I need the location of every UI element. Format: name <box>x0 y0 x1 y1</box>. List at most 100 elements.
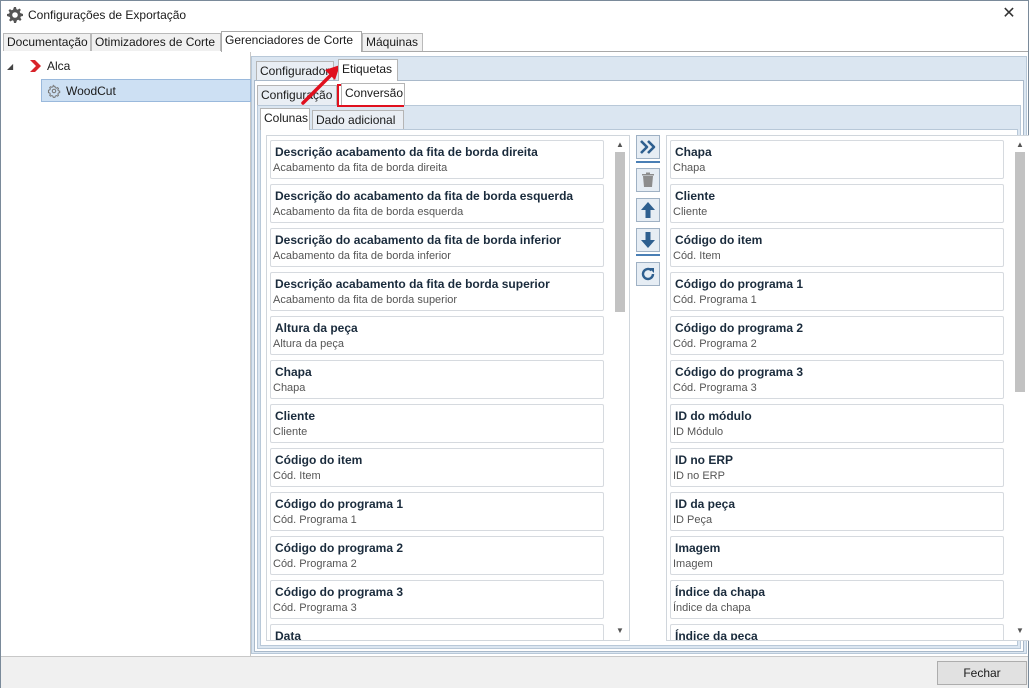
column-item-title: Código do item <box>675 233 763 247</box>
column-item[interactable]: Índice da chapa Índice da chapa <box>670 580 1004 619</box>
scroll-down-icon[interactable]: ▼ <box>1013 624 1027 638</box>
column-item-subtitle: Cód. Programa 3 <box>673 382 757 394</box>
column-item[interactable]: Imagem Imagem <box>670 536 1004 575</box>
refresh-icon <box>641 267 655 281</box>
column-item-subtitle: Acabamento da fita de borda esquerda <box>273 206 464 218</box>
dialog-footer: Fechar <box>1 656 1028 688</box>
column-item-title: Código do programa 3 <box>275 585 404 599</box>
column-item[interactable]: Código do programa 2 Cód. Programa 2 <box>270 536 604 575</box>
column-item-title: Altura da peça <box>275 321 358 335</box>
column-item-title: Código do programa 2 <box>675 321 804 335</box>
column-item[interactable]: Código do programa 2 Cód. Programa 2 <box>670 316 1004 355</box>
tab-dado-adicional[interactable]: Dado adicional <box>312 110 404 130</box>
move-down-button[interactable] <box>636 228 660 252</box>
delete-button[interactable] <box>636 168 660 192</box>
column-item-title: Data <box>275 629 302 641</box>
column-item-subtitle: Cód. Item <box>673 250 721 262</box>
tab-gerenciadores-de-corte[interactable]: Gerenciadores de Corte <box>221 31 362 52</box>
tree-node-label: Alca <box>47 59 71 73</box>
expand-triangle-icon[interactable]: ◢ <box>7 62 17 71</box>
tab-colunas[interactable]: Colunas <box>260 108 310 130</box>
available-columns-list[interactable]: Descrição acabamento da fita de borda di… <box>266 135 630 641</box>
tab-conversao[interactable]: Conversão <box>341 83 405 105</box>
close-button[interactable]: Fechar <box>937 661 1027 685</box>
column-item[interactable]: Chapa Chapa <box>270 360 604 399</box>
column-item-title: Código do programa 2 <box>275 541 404 555</box>
column-item-title: Código do programa 3 <box>675 365 804 379</box>
column-item[interactable]: Cliente Cliente <box>670 184 1004 223</box>
column-item-subtitle: Cód. Programa 2 <box>273 558 357 570</box>
column-item[interactable]: Data <box>270 624 604 641</box>
column-item[interactable]: Código do programa 3 Cód. Programa 3 <box>670 360 1004 399</box>
column-item-title: Cliente <box>275 409 316 423</box>
column-item-title: Código do programa 1 <box>275 497 404 511</box>
column-item-title: Chapa <box>675 145 712 159</box>
column-item[interactable]: Código do programa 3 Cód. Programa 3 <box>270 580 604 619</box>
column-item[interactable]: Descrição do acabamento da fita de borda… <box>270 228 604 267</box>
gear-icon <box>47 84 61 98</box>
move-down-icon <box>641 232 655 248</box>
column-item[interactable]: Cliente Cliente <box>270 404 604 443</box>
column-item-title: Imagem <box>675 541 721 555</box>
column-item[interactable]: ID no ERP ID no ERP <box>670 448 1004 487</box>
selected-columns-list[interactable]: Chapa Chapa Cliente Cliente Código do item Có… <box>666 135 1029 641</box>
tab-maquinas[interactable]: Máquinas <box>362 33 423 52</box>
column-item-title: ID do módulo <box>675 409 752 423</box>
move-up-icon <box>641 202 655 218</box>
scroll-down-icon[interactable]: ▼ <box>613 624 627 638</box>
export-config-window: Configurações de Exportação ✕ Documentaç… <box>0 0 1029 688</box>
column-item[interactable]: Código do item Cód. Item <box>670 228 1004 267</box>
column-item-subtitle: Cód. Programa 2 <box>673 338 757 350</box>
tree-node-label: WoodCut <box>66 83 116 98</box>
move-all-right-button[interactable] <box>636 135 660 159</box>
column-item-subtitle: Altura da peça <box>273 338 344 350</box>
column-item[interactable]: ID da peça ID Peça <box>670 492 1004 531</box>
column-item-subtitle: Acabamento da fita de borda inferior <box>273 250 451 262</box>
column-item[interactable]: Código do programa 1 Cód. Programa 1 <box>670 272 1004 311</box>
column-item-title: Descrição do acabamento da fita de borda… <box>275 233 562 247</box>
alca-logo-icon <box>30 60 41 72</box>
scrollbar-thumb[interactable] <box>615 152 625 312</box>
column-item-subtitle: Imagem <box>673 558 713 570</box>
conversao-panel: Colunas Dado adicional Descrição acabame… <box>257 105 1029 649</box>
column-item-subtitle: Cliente <box>673 206 708 218</box>
column-item[interactable]: Descrição acabamento da fita de borda di… <box>270 140 604 179</box>
toolbar-separator <box>636 161 660 163</box>
column-item-subtitle: Cód. Programa 3 <box>273 602 357 614</box>
etiquetas-panel: Configuração Conversão Colunas Dado adic… <box>254 80 1029 652</box>
move-up-button[interactable] <box>636 198 660 222</box>
tab-documentacao[interactable]: Documentação <box>3 33 91 52</box>
tab-otimizadores-de-corte[interactable]: Otimizadores de Corte <box>91 33 221 52</box>
scroll-up-icon[interactable]: ▲ <box>1013 138 1027 152</box>
column-item-subtitle: Cód. Item <box>273 470 321 482</box>
column-item[interactable]: Descrição acabamento da fita de borda su… <box>270 272 604 311</box>
move-all-right-icon <box>640 140 656 154</box>
column-item[interactable]: Código do programa 1 Cód. Programa 1 <box>270 492 604 531</box>
column-item-title: Descrição acabamento da fita de borda su… <box>275 277 550 291</box>
tree-node-alca[interactable]: ◢ Alca <box>7 58 70 74</box>
column-item[interactable]: ID do módulo ID Módulo <box>670 404 1004 443</box>
column-item[interactable]: Código do item Cód. Item <box>270 448 604 487</box>
refresh-button[interactable] <box>636 262 660 286</box>
column-item-subtitle: Chapa <box>673 162 706 174</box>
scrollbar[interactable]: ▲ ▼ <box>613 138 627 638</box>
close-icon[interactable]: ✕ <box>996 3 1022 25</box>
column-item[interactable]: Chapa Chapa <box>670 140 1004 179</box>
column-item-subtitle: ID Módulo <box>673 426 724 438</box>
column-item-subtitle: ID no ERP <box>673 470 725 482</box>
column-item-title: ID da peça <box>675 497 736 511</box>
window-title: Configurações de Exportação <box>28 8 187 22</box>
column-item[interactable]: Descrição do acabamento da fita de borda… <box>270 184 604 223</box>
tree-node-woodcut[interactable]: WoodCut <box>41 79 251 102</box>
column-item[interactable]: Altura da peça Altura da peça <box>270 316 604 355</box>
column-item-title: Descrição do acabamento da fita de borda… <box>275 189 574 203</box>
scroll-up-icon[interactable]: ▲ <box>613 138 627 152</box>
column-item-subtitle: Cliente <box>273 426 308 438</box>
columns-editor: Descrição acabamento da fita de borda di… <box>260 129 1029 646</box>
column-item-title: ID no ERP <box>675 453 734 467</box>
column-item-title: Chapa <box>275 365 312 379</box>
scrollbar-thumb[interactable] <box>1015 152 1025 392</box>
scrollbar[interactable]: ▲ ▼ <box>1013 138 1027 638</box>
column-item[interactable]: Índice da peça <box>670 624 1004 640</box>
tab-etiquetas[interactable]: Etiquetas <box>338 59 398 81</box>
